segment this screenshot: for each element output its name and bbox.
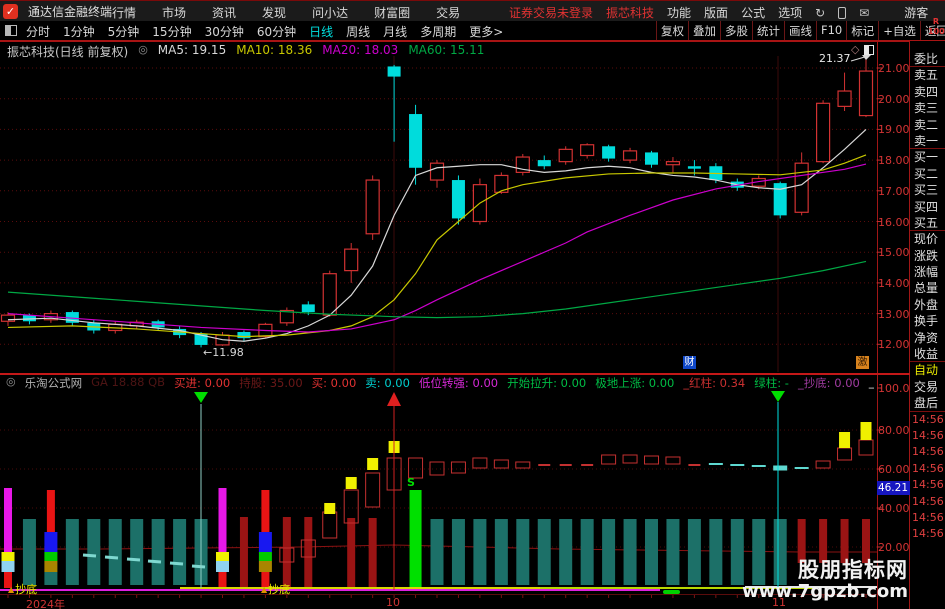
sidebar-item-卖五[interactable]: 卖五 — [910, 67, 945, 83]
ma-value: MA5: 19.15 — [157, 43, 227, 57]
indicator-field: 极地上涨: 0.00 — [595, 376, 675, 390]
sidebar-item-卖四[interactable]: 卖四 — [910, 84, 945, 100]
indicator-tick-label: 80.00 — [878, 424, 910, 437]
sidebar-item-买五[interactable]: 买五 — [910, 215, 945, 232]
indicator-field: 买: 0.00 — [311, 376, 357, 390]
watermark: 股朋指标网 www.7gpzb.com — [742, 558, 908, 603]
indicator-field: 持股: 35.00 — [239, 376, 303, 390]
sidebar-item-现价[interactable]: 现价 — [910, 231, 945, 247]
indicator-tick-label: 60.00 — [878, 463, 910, 476]
price-tick-label: 12.00 — [878, 338, 910, 352]
sidebar-item-卖二[interactable]: 卖二 — [910, 117, 945, 133]
sidebar-item-交易[interactable]: 交易 — [910, 379, 945, 395]
indicator-field: 绿柱: - — [754, 376, 789, 390]
price-annotation: 21.37 — [819, 52, 851, 65]
indicator-tick-label: 20.00 — [878, 541, 910, 554]
caodi-arrow-icon: ▲ — [8, 584, 15, 594]
price-tick-label: 16.00 — [878, 215, 910, 229]
chart-canvas[interactable] — [0, 0, 945, 609]
caodi-arrow-icon: ▲ — [261, 584, 268, 594]
ma-value: MA60: 15.11 — [408, 43, 485, 57]
price-annotation: ←11.98 — [203, 346, 244, 359]
chart-header: 振芯科技(日线 前复权) ◎ MA5: 19.15 MA10: 18.36 MA20… — [7, 43, 484, 60]
sidebar-item-外盘[interactable]: 外盘 — [910, 297, 945, 313]
tick-time-row: 14:56 — [912, 445, 944, 459]
price-tick-label: 13.00 — [878, 307, 910, 321]
time-axis-label: 2024年 — [26, 598, 65, 609]
sidebar-item-总量[interactable]: 总量 — [910, 280, 945, 296]
sidebar-item-涨跌[interactable]: 涨跌 — [910, 248, 945, 264]
indicator-field: _抄底: 0.00 — [797, 376, 860, 390]
tdx-terminal-window: ✓ 通达信金融终端 行情 市场 资讯 发现 问小达 财富圈 交易 证券交易未登录 振芯科技 … — [0, 0, 945, 609]
indicator-tick-label: 100.0 — [878, 382, 910, 395]
window-icon[interactable] — [864, 44, 875, 55]
indicator-header: ◎ 乐淘公式网 GA 18.88 QB 买进: 0.00 持股: 35.00 买: … — [6, 375, 874, 391]
indicator-field: 低位转强: 0.00 — [418, 376, 499, 390]
sidebar-item-委比[interactable]: 委比 — [910, 51, 945, 68]
news-badge-财[interactable]: 财 — [683, 356, 696, 369]
sidebar-item-卖一[interactable]: 卖一 — [910, 133, 945, 150]
tick-time-row: 14:56 — [912, 478, 944, 492]
quote-sidebar[interactable]: 委比 卖五 卖四 卖三 卖二 卖一 买一 买二 买三 买四 买五 现价 涨跌 涨幅 总量 外盘 换手 净资 收益 自动… — [910, 41, 945, 609]
value-marker: 46.21 — [877, 481, 910, 495]
sidebar-item-换手[interactable]: 换手 — [910, 313, 945, 329]
ma-value: MA10: 18.36 — [236, 43, 313, 57]
sidebar-item-自动[interactable]: 自动 — [910, 362, 945, 378]
ma-values: MA5: 19.15 MA10: 18.36 MA20: 18.03 MA60: 15… — [158, 43, 485, 60]
tick-time-row: 14:56 — [912, 461, 944, 475]
indicator-field: 买进: 0.00 — [174, 376, 231, 390]
sidebar-item-卖三[interactable]: 卖三 — [910, 100, 945, 116]
caodi-signal-label: ▲ 抄底 — [261, 583, 291, 596]
tick-time-row: 14:56 — [912, 527, 944, 541]
sidebar-item-买三[interactable]: 买三 — [910, 182, 945, 198]
indicator-source[interactable]: 乐淘公式网 — [25, 375, 83, 391]
indicator-field: _红柱: 0.34 — [683, 376, 746, 390]
indicator-params: GA 18.88 QB — [91, 375, 166, 389]
sidebar-item-涨幅[interactable]: 涨幅 — [910, 264, 945, 280]
diamond-icon[interactable]: ◇ — [851, 43, 859, 56]
price-tick-label: 15.00 — [878, 246, 910, 260]
sidebar-item-净资[interactable]: 净资 — [910, 330, 945, 346]
caodi-signal-label: ▲ 抄底 — [8, 583, 38, 596]
indicator-tick-label: 40.00 — [878, 502, 910, 515]
sidebar-item-买四[interactable]: 买四 — [910, 199, 945, 215]
sidebar-item-收益[interactable]: 收益 — [910, 346, 945, 363]
price-tick-label: 17.00 — [878, 184, 910, 198]
indicator-field: 开始拉升: 0.00 — [507, 376, 587, 390]
news-badge-激[interactable]: 激 — [856, 356, 869, 369]
tick-time-row: 14:56 — [912, 510, 944, 524]
indicator-field: 卖: 0.00 — [365, 376, 410, 390]
sidebar-item-盘后[interactable]: 盘后 — [910, 395, 945, 412]
chevron-circle-icon[interactable]: ◎ — [6, 375, 16, 391]
sidebar-item-买二[interactable]: 买二 — [910, 166, 945, 182]
chevron-circle-icon[interactable]: ◎ — [138, 43, 148, 60]
sell-signal-label: S — [407, 476, 415, 489]
chart-title[interactable]: 振芯科技(日线 前复权) — [7, 43, 128, 60]
price-tick-label: 19.00 — [878, 123, 910, 137]
tick-time-row: 14:56 — [912, 412, 944, 426]
price-tick-label: 21.00 — [878, 62, 910, 75]
indicator-field: _DIF: 1.11 — [869, 375, 874, 391]
ma-value: MA20: 18.03 — [322, 43, 399, 57]
tick-time-row: 14:56 — [912, 494, 944, 508]
price-tick-label: 18.00 — [878, 154, 910, 168]
price-tick-label: 20.00 — [878, 92, 910, 106]
indicator-values: 买进: 0.00 持股: 35.00 买: 0.00 卖: 0.00 低位转强: 0.0… — [174, 375, 874, 391]
time-axis-label: 10 — [386, 596, 400, 609]
tick-list[interactable]: 14:56 14:56 14:56 14:56 14:56 14:56 14:56 14:56 — [910, 412, 945, 543]
price-tick-label: 14.00 — [878, 276, 910, 290]
tick-time-row: 14:56 — [912, 428, 944, 442]
sidebar-item-买一[interactable]: 买一 — [910, 149, 945, 165]
